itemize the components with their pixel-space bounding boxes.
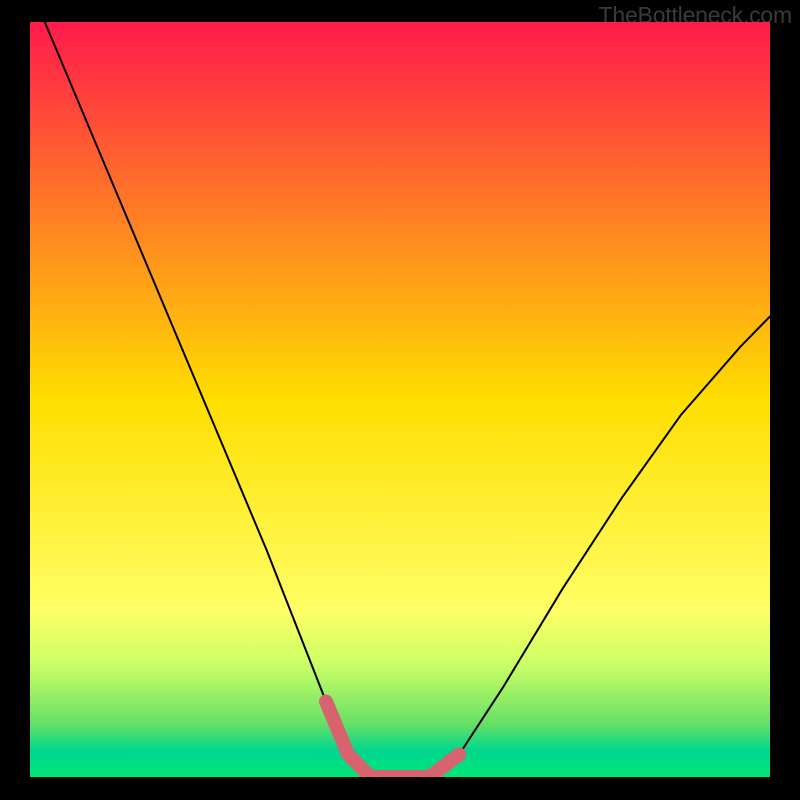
bottleneck-chart — [30, 22, 770, 777]
chart-frame — [30, 22, 770, 777]
chart-background — [30, 22, 770, 777]
